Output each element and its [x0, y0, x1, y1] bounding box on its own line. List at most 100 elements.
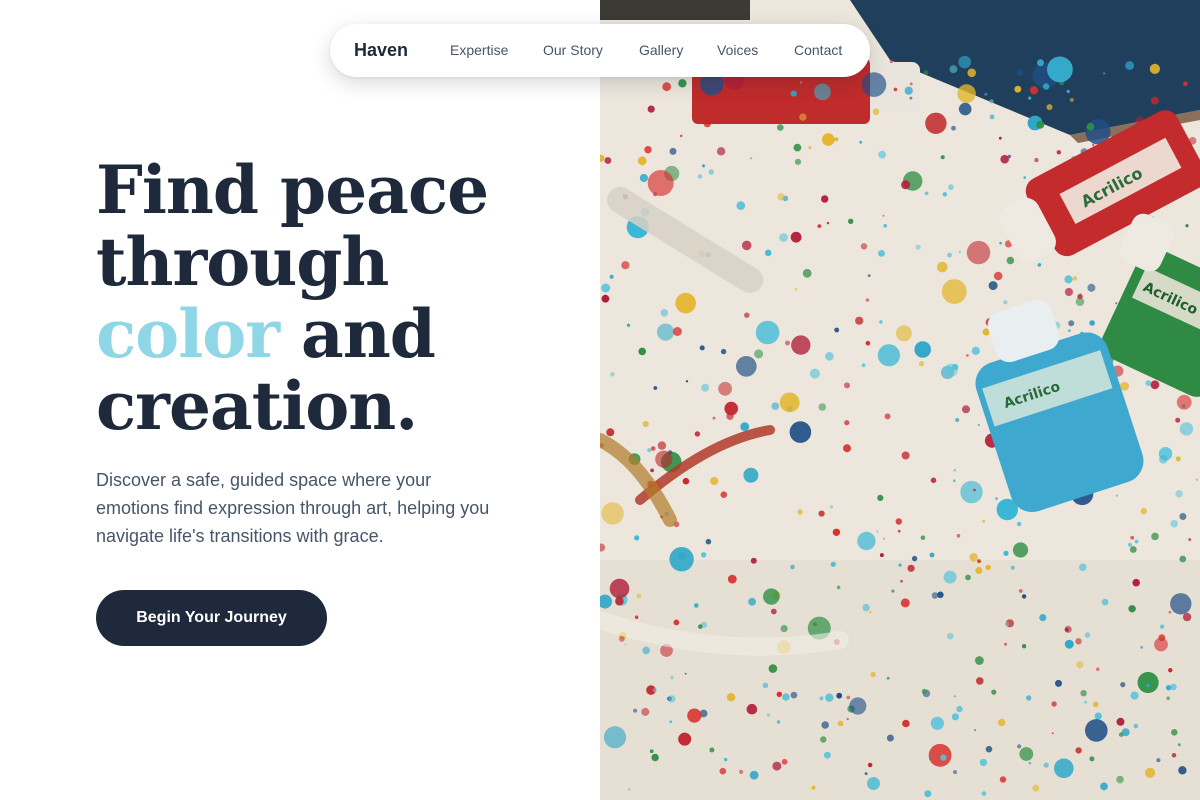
paint-splatter-dot: [1158, 634, 1166, 642]
paint-splatter-dot: [976, 677, 984, 685]
nav-link-contact[interactable]: Contact: [794, 42, 842, 58]
paint-splatter-dot: [794, 287, 798, 291]
paint-splatter-dot: [1039, 614, 1047, 622]
paint-splatter-dot: [973, 488, 976, 492]
paint-splatter-dot: [1094, 712, 1102, 720]
paint-splatter-dot: [895, 518, 902, 525]
paint-splatter-dot: [878, 250, 885, 257]
paint-splatter-dot: [1086, 122, 1095, 131]
brand-logo[interactable]: Haven: [354, 40, 408, 61]
paint-splatter-dot: [1072, 276, 1078, 281]
paint-splatter-dot: [811, 785, 816, 790]
paint-splatter-dot: [736, 356, 757, 377]
paint-splatter-dot: [685, 380, 689, 383]
paint-splatter-dot: [923, 70, 929, 75]
paint-splatter-dot: [1140, 507, 1147, 515]
paint-splatter-dot: [825, 693, 834, 702]
paint-splatter-dot: [1068, 320, 1075, 327]
paint-splatter-dot: [897, 529, 901, 533]
paint-splatter-dot: [1156, 758, 1161, 763]
paint-splatter-dot: [909, 82, 913, 86]
paint-splatter-dot: [1116, 775, 1124, 784]
paint-splatter-dot: [834, 327, 840, 333]
paint-splatter-dot: [708, 169, 714, 175]
paint-splatter-dot: [1130, 691, 1139, 700]
paint-splatter-dot: [1014, 85, 1022, 93]
paint-splatter-dot: [657, 323, 675, 341]
paint-splatter-dot: [726, 412, 734, 420]
paint-splatter-dot: [790, 564, 795, 570]
paint-splatter-dot: [1076, 661, 1084, 669]
paint-splatter-dot: [1151, 532, 1159, 541]
paint-splatter-dot: [776, 720, 781, 724]
paint-splatter-dot: [802, 268, 812, 278]
paint-splatter-dot: [626, 323, 631, 327]
paint-splatter-dot: [998, 136, 1002, 140]
paint-splatter-dot: [1168, 668, 1173, 673]
paint-splatter-dot: [746, 703, 758, 715]
paint-splatter-dot: [1176, 394, 1192, 410]
paint-splatter-dot: [865, 340, 871, 346]
paint-splatter-dot: [636, 593, 642, 599]
paint-splatter-dot: [1188, 538, 1192, 542]
paint-splatter-dot: [1017, 744, 1022, 749]
paint-splatter-dot: [949, 65, 958, 74]
paint-splatter-dot: [946, 632, 954, 640]
paint-splatter-dot: [830, 505, 833, 509]
paint-splatter-dot: [1092, 143, 1095, 146]
begin-journey-button[interactable]: Begin Your Journey: [96, 590, 327, 646]
paint-splatter-dot: [1084, 632, 1091, 638]
paint-splatter-dot: [736, 201, 746, 210]
paint-splatter-dot: [867, 274, 871, 277]
paint-splatter-dot: [675, 292, 696, 314]
paint-splatter-dot: [1051, 701, 1057, 707]
paint-splatter-dot: [667, 695, 676, 703]
paint-splatter-dot: [650, 468, 654, 473]
paint-splatter-dot: [709, 747, 715, 753]
paint-splatter-dot: [993, 271, 1003, 281]
paint-splatter-dot: [1069, 97, 1074, 102]
paint-splatter-dot: [937, 261, 948, 273]
paint-splatter-dot: [777, 193, 785, 201]
paint-splatter-dot: [1042, 83, 1050, 90]
paint-splatter-dot: [943, 570, 957, 584]
paint-splatter-dot: [781, 758, 788, 765]
paint-splatter-dot: [975, 567, 983, 574]
paint-splatter-dot: [698, 624, 703, 629]
paint-splatter-dot: [762, 682, 769, 689]
paint-splatter-dot: [1170, 519, 1178, 528]
paint-splatter-dot: [929, 758, 932, 761]
nav-link-voices[interactable]: Voices: [717, 42, 758, 58]
top-navigation: Haven Expertise Our Story Gallery Voices…: [330, 24, 870, 77]
paint-splatter-dot: [991, 689, 997, 695]
paint-splatter-dot: [960, 480, 983, 504]
paint-splatter-dot: [1000, 154, 1009, 164]
paint-splatter-dot: [846, 717, 849, 721]
paint-splatter-dot: [720, 491, 728, 499]
headline-accent-word: color: [96, 295, 280, 373]
paint-splatter-dot: [966, 240, 991, 265]
paint-splatter-dot: [844, 382, 850, 389]
nav-link-gallery[interactable]: Gallery: [639, 42, 683, 58]
nav-link-expertise[interactable]: Expertise: [450, 42, 508, 58]
paint-splatter-dot: [953, 695, 956, 698]
nav-link-our-story[interactable]: Our Story: [543, 42, 603, 58]
paint-splatter-dot: [1064, 275, 1073, 284]
paint-splatter-dot: [1003, 300, 1008, 305]
paint-splatter-dot: [974, 729, 977, 732]
paint-splatter-dot: [1064, 625, 1072, 633]
paint-splatter-dot: [1178, 766, 1187, 775]
paint-splatter-dot: [955, 418, 960, 422]
paint-splatter-dot: [900, 579, 903, 583]
paint-splatter-dot: [799, 81, 803, 84]
paint-splatter-dot: [694, 431, 701, 437]
paint-splatter-dot: [776, 691, 782, 697]
paint-splatter-dot: [1171, 753, 1177, 758]
paint-splatter-dot: [1179, 422, 1194, 436]
paint-splatter-dot: [1018, 589, 1023, 593]
paint-splatter-dot: [653, 386, 658, 390]
paint-splatter-dot: [687, 708, 702, 723]
hero-headline: Find peace through color and creation.: [96, 154, 576, 442]
paint-splatter-dot: [701, 552, 707, 558]
paint-splatter-dot: [877, 494, 884, 501]
